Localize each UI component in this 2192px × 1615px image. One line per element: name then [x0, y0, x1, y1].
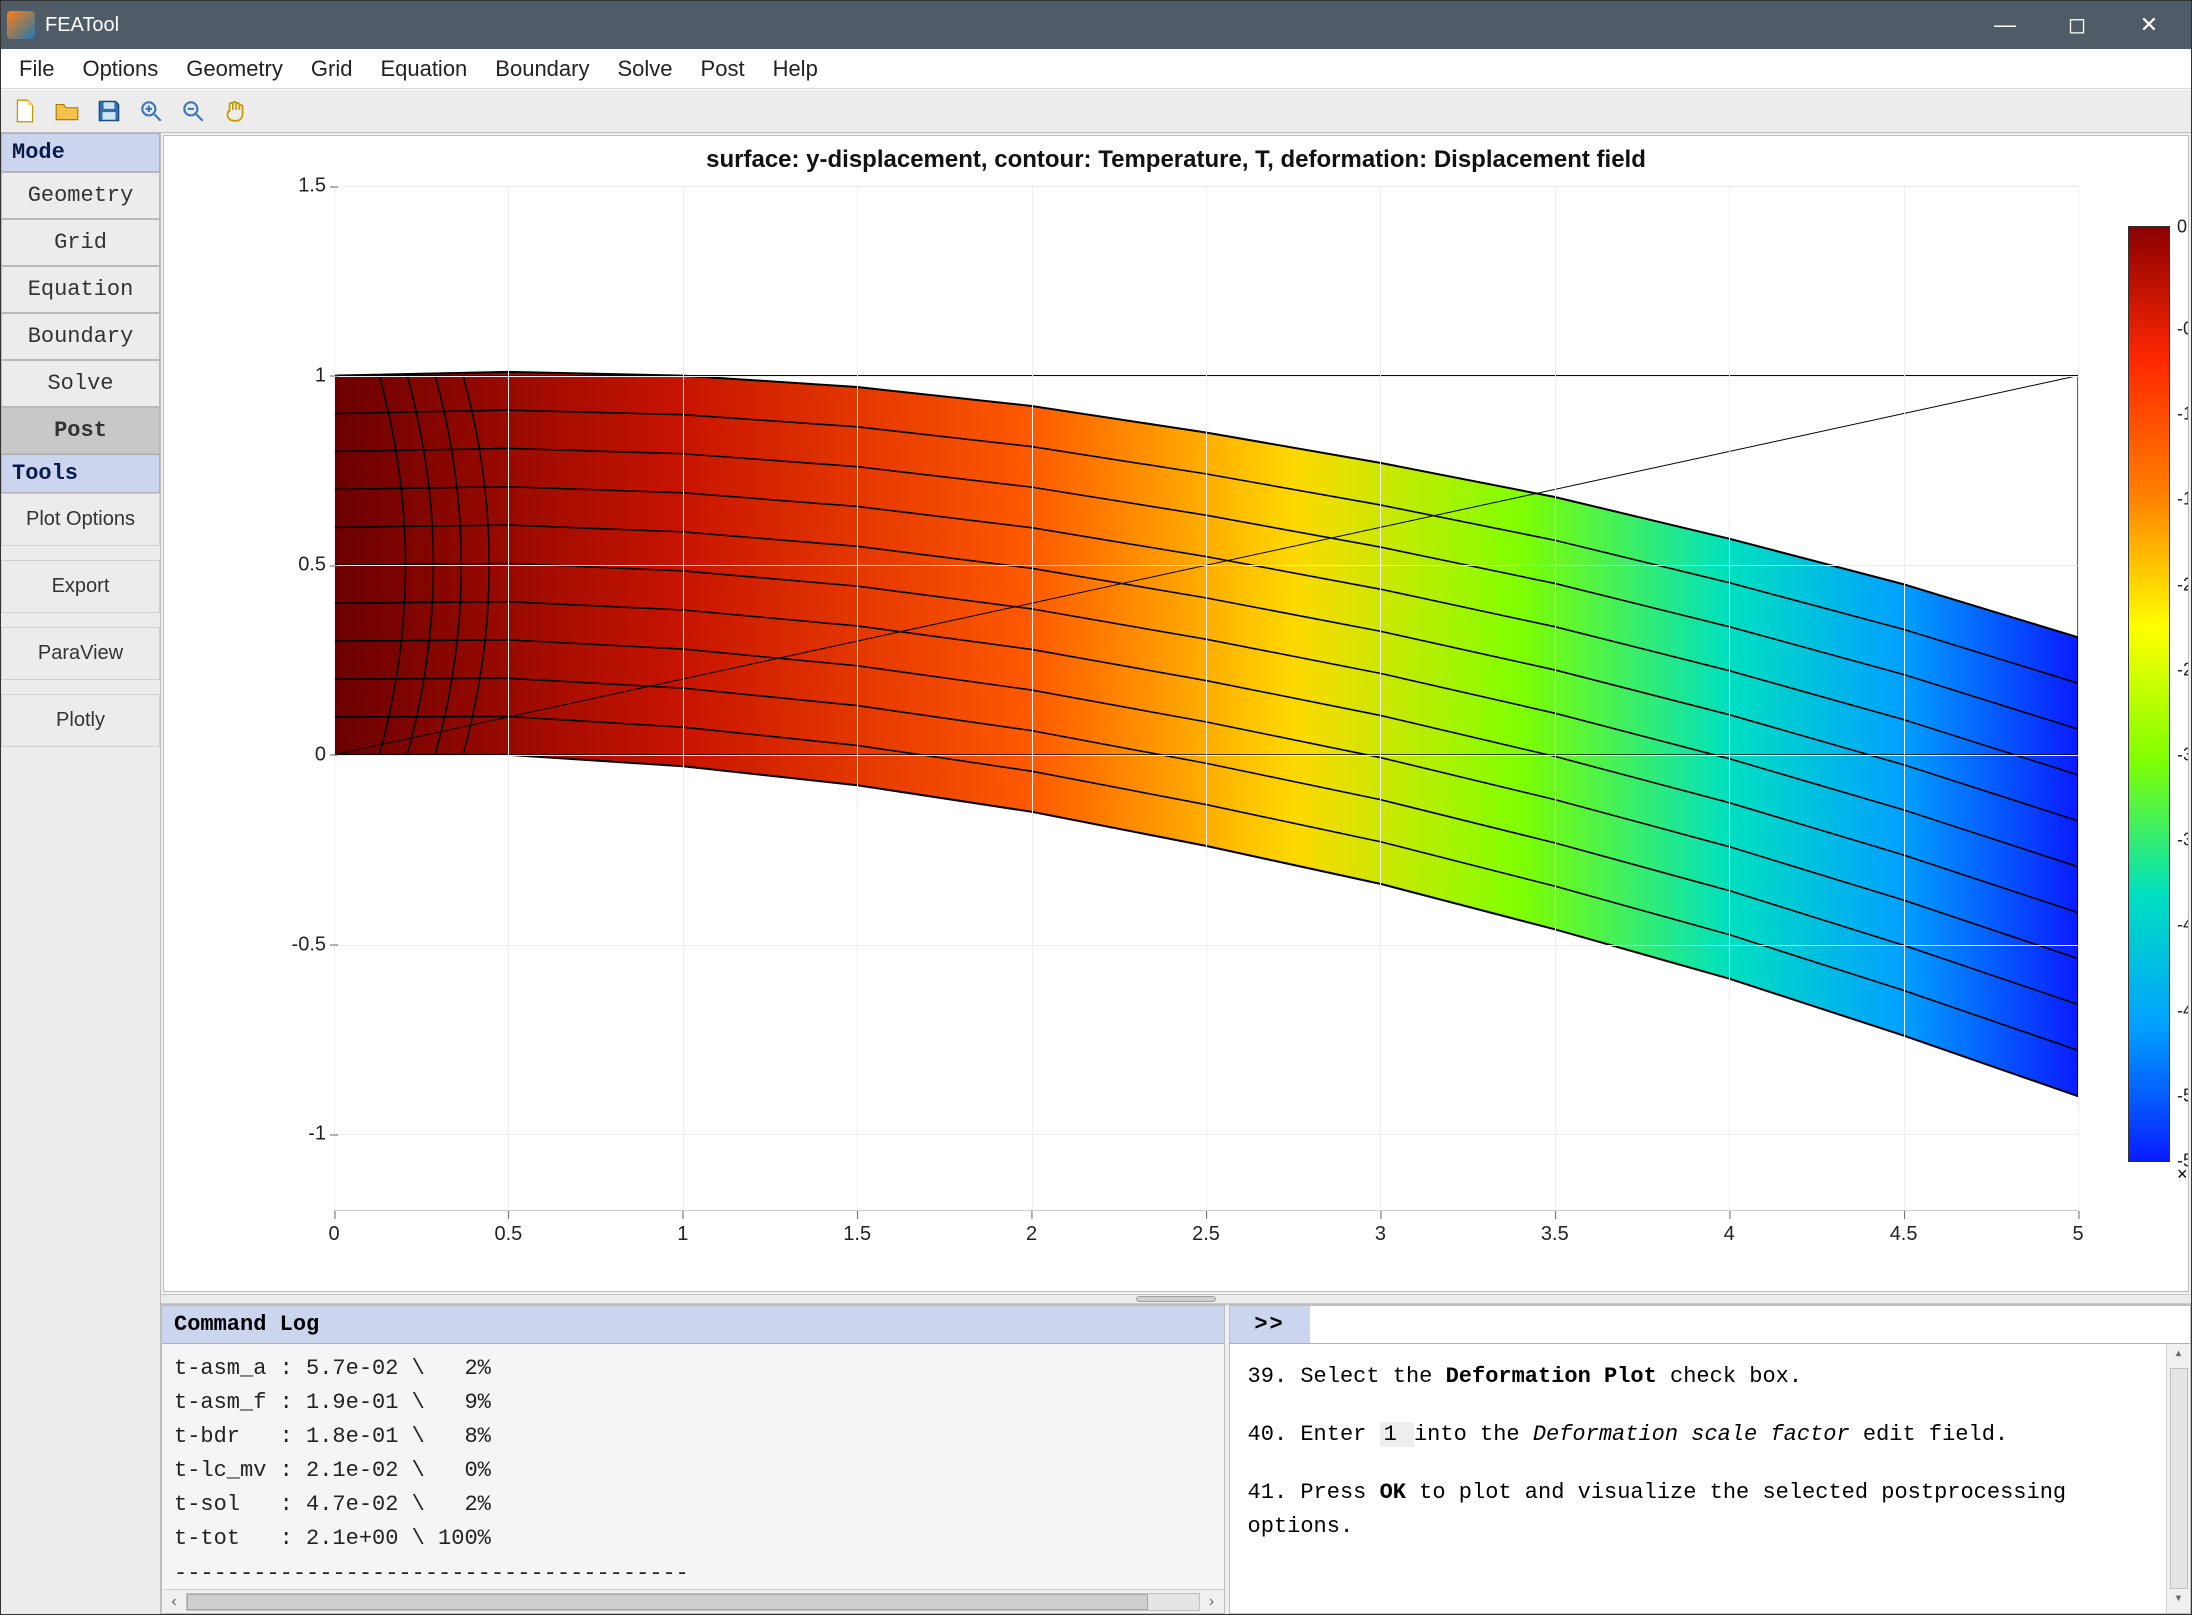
menu-post[interactable]: Post	[689, 50, 757, 88]
window-controls: — ◻ ✕	[1969, 1, 2185, 49]
help-text: 41. Press	[1248, 1480, 1380, 1505]
mode-post[interactable]: Post	[1, 407, 160, 454]
x-tick: 5	[2072, 1223, 2083, 1246]
close-button[interactable]: ✕	[2113, 1, 2185, 49]
menu-equation[interactable]: Equation	[368, 50, 479, 88]
y-tick: 0.5	[278, 554, 326, 577]
x-tick: 3	[1375, 1223, 1386, 1246]
mode-geometry[interactable]: Geometry	[1, 172, 160, 219]
x-tick: 1.5	[843, 1223, 871, 1246]
colorbar-tick: -5.3818	[2177, 1151, 2189, 1172]
colorbar-tick: -1	[2177, 404, 2189, 425]
y-tick: -1	[278, 1123, 326, 1146]
help-text: edit field.	[1850, 1422, 2008, 1447]
x-tick: 4	[1724, 1223, 1735, 1246]
pan-hand-icon[interactable]	[219, 95, 251, 127]
help-text: into the	[1414, 1422, 1533, 1447]
menu-file[interactable]: File	[7, 50, 66, 88]
scroll-down-icon[interactable]: ▾	[2174, 1589, 2182, 1613]
save-icon[interactable]	[93, 95, 125, 127]
sidebar: Mode Geometry Grid Equation Boundary Sol…	[1, 133, 161, 1614]
help-code: 1	[1380, 1422, 1414, 1447]
colorbar-tick: -2.5	[2177, 659, 2189, 680]
help-text: 39. Select the	[1248, 1364, 1446, 1389]
tool-export[interactable]: Export	[1, 560, 160, 613]
body: Mode Geometry Grid Equation Boundary Sol…	[1, 133, 2191, 1614]
y-tick: 1	[278, 364, 326, 387]
help-text: 40. Enter	[1248, 1422, 1380, 1447]
y-tick: -0.5	[278, 933, 326, 956]
colorbar-tick: -0.5	[2177, 318, 2189, 339]
menu-solve[interactable]: Solve	[605, 50, 684, 88]
help-prompt-button[interactable]: >>	[1230, 1306, 1310, 1344]
colorbar-tick: -3.5	[2177, 830, 2189, 851]
scroll-left-icon[interactable]: ‹	[162, 1593, 186, 1611]
x-tick: 4.5	[1890, 1223, 1918, 1246]
maximize-button[interactable]: ◻	[2041, 1, 2113, 49]
help-em: Deformation scale factor	[1533, 1422, 1850, 1447]
help-body[interactable]: 39. Select the Deformation Plot check bo…	[1230, 1344, 2190, 1613]
x-tick: 1	[677, 1223, 688, 1246]
app-icon	[7, 11, 35, 39]
minimize-button[interactable]: —	[1969, 1, 2041, 49]
mode-equation[interactable]: Equation	[1, 266, 160, 313]
help-panel: >> 39. Select the Deformation Plot check…	[1229, 1305, 2191, 1614]
colorbar-tick: -2	[2177, 574, 2189, 595]
x-tick: 3.5	[1541, 1223, 1569, 1246]
colorbar-tick: -3	[2177, 744, 2189, 765]
help-bold: Deformation Plot	[1446, 1364, 1657, 1389]
colorbar: ×10⁻⁴ 0.0974-0.5-1-1.5-2-2.5-3-3.5-4-4.5…	[2128, 226, 2170, 1162]
colorbar-tick: -4.5	[2177, 1000, 2189, 1021]
tool-plot-options[interactable]: Plot Options	[1, 493, 160, 546]
help-bold: OK	[1380, 1480, 1406, 1505]
menubar: File Options Geometry Grid Equation Boun…	[1, 49, 2191, 89]
colorbar-tick: -5	[2177, 1085, 2189, 1106]
zoom-in-icon[interactable]	[135, 95, 167, 127]
titlebar: FEATool — ◻ ✕	[1, 1, 2191, 49]
zoom-out-icon[interactable]	[177, 95, 209, 127]
scroll-right-icon[interactable]: ›	[1200, 1593, 1224, 1611]
horizontal-splitter[interactable]	[161, 1294, 2191, 1304]
mode-solve[interactable]: Solve	[1, 360, 160, 407]
mode-boundary[interactable]: Boundary	[1, 313, 160, 360]
tool-plotly[interactable]: Plotly	[1, 694, 160, 747]
x-tick: 2.5	[1192, 1223, 1220, 1246]
new-file-icon[interactable]	[9, 95, 41, 127]
app-window: FEATool — ◻ ✕ File Options Geometry Grid…	[0, 0, 2192, 1615]
bottom-panels: Command Log t-asm_a : 5.7e-02 \ 2% t-asm…	[161, 1304, 2191, 1614]
x-tick: 0.5	[494, 1223, 522, 1246]
toolbar	[1, 89, 2191, 133]
sidebar-mode-header: Mode	[1, 133, 160, 172]
help-vscroll[interactable]: ▴ ▾	[2166, 1344, 2190, 1613]
command-log-hscroll[interactable]: ‹ ›	[162, 1589, 1224, 1613]
colorbar-tick: -4	[2177, 915, 2189, 936]
menu-help[interactable]: Help	[761, 50, 830, 88]
hscroll-thumb[interactable]	[187, 1594, 1148, 1610]
menu-grid[interactable]: Grid	[299, 50, 365, 88]
plot-title: surface: y-displacement, contour: Temper…	[164, 146, 2188, 174]
help-text: check box.	[1657, 1364, 1802, 1389]
x-tick: 2	[1026, 1223, 1037, 1246]
y-tick: 1.5	[278, 175, 326, 198]
plot-area[interactable]: surface: y-displacement, contour: Temper…	[163, 135, 2189, 1292]
window-title: FEATool	[45, 14, 1969, 37]
y-tick: 0	[278, 743, 326, 766]
menu-geometry[interactable]: Geometry	[174, 50, 295, 88]
menu-options[interactable]: Options	[70, 50, 170, 88]
command-log-panel: Command Log t-asm_a : 5.7e-02 \ 2% t-asm…	[161, 1305, 1225, 1614]
plot-axes: ×10⁻⁴ 0.0974-0.5-1-1.5-2-2.5-3-3.5-4-4.5…	[334, 186, 2078, 1211]
colorbar-tick: -1.5	[2177, 489, 2189, 510]
mode-grid[interactable]: Grid	[1, 219, 160, 266]
menu-boundary[interactable]: Boundary	[483, 50, 601, 88]
open-folder-icon[interactable]	[51, 95, 83, 127]
command-log-body[interactable]: t-asm_a : 5.7e-02 \ 2% t-asm_f : 1.9e-01…	[162, 1344, 1224, 1589]
tool-paraview[interactable]: ParaView	[1, 627, 160, 680]
x-tick: 0	[328, 1223, 339, 1246]
sidebar-tools-header: Tools	[1, 454, 160, 493]
scroll-up-icon[interactable]: ▴	[2174, 1344, 2182, 1368]
colorbar-tick: 0.0974	[2177, 217, 2189, 238]
main-column: surface: y-displacement, contour: Temper…	[161, 133, 2191, 1614]
command-log-header: Command Log	[162, 1306, 1224, 1344]
